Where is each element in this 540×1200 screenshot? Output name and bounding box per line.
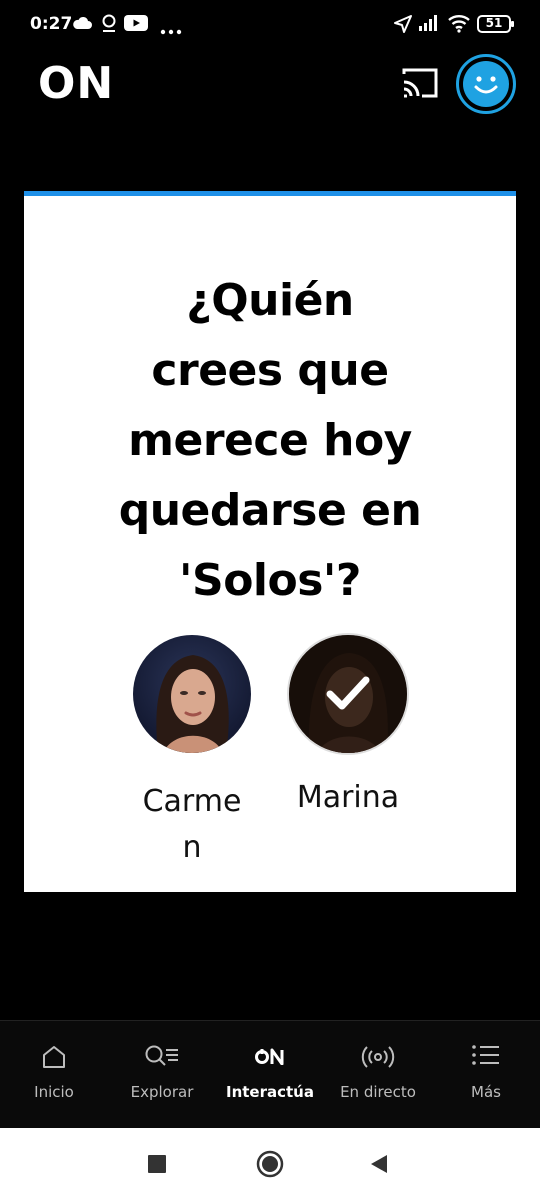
- recents-square-icon[interactable]: [148, 1155, 166, 1177]
- poll-question: ¿Quién crees que merece hoy quedarse en …: [54, 266, 486, 616]
- nav-label: Explorar: [130, 1083, 194, 1101]
- poll-card: ¿Quién crees que merece hoy quedarse en …: [24, 191, 516, 892]
- nav-item-interactua[interactable]: Interactúa: [216, 1021, 324, 1129]
- home-circle-icon[interactable]: [256, 1150, 284, 1182]
- nav-item-mas[interactable]: Más: [432, 1021, 540, 1129]
- question-line: merece hoy: [128, 415, 412, 466]
- navigation-icon: [394, 15, 412, 37]
- on-logo-icon: [255, 1047, 285, 1069]
- cast-button[interactable]: [400, 66, 440, 102]
- battery-level: 51: [485, 16, 503, 30]
- on-logo[interactable]: ON: [38, 58, 114, 109]
- broadcast-icon: [361, 1043, 395, 1075]
- option-name-line: Carme: [142, 784, 242, 819]
- option-name-line: n: [182, 830, 202, 865]
- nav-item-explorar[interactable]: Explorar: [108, 1021, 216, 1129]
- youtube-icon: [124, 15, 148, 35]
- question-line: ¿Quién: [186, 275, 354, 326]
- nav-item-inicio[interactable]: Inicio: [0, 1021, 108, 1129]
- option-name: Marina: [296, 780, 400, 815]
- cloud-icon: [72, 15, 92, 34]
- carmen-photo: [133, 635, 251, 753]
- option-name: Carme n: [132, 779, 252, 871]
- system-navigation-bar: [0, 1128, 540, 1200]
- nav-label: Inicio: [34, 1083, 74, 1101]
- wifi-icon: [447, 13, 471, 37]
- poll-option-marina[interactable]: Marina: [287, 633, 409, 821]
- home-icon: [40, 1043, 68, 1075]
- nav-label: En directo: [340, 1083, 416, 1101]
- battery-icon: 51: [477, 14, 515, 38]
- profile-button[interactable]: [456, 54, 516, 114]
- cast-icon: [400, 68, 440, 104]
- location-pin-icon: [100, 13, 118, 37]
- back-triangle-icon[interactable]: [370, 1154, 388, 1178]
- menu-list-icon: [471, 1043, 501, 1071]
- search-list-icon: [144, 1043, 180, 1075]
- status-time: 0:27: [30, 14, 73, 34]
- poll-option-carmen[interactable]: Carme n: [132, 635, 252, 871]
- smiley-avatar-icon: [463, 61, 509, 107]
- nav-label: Interactúa: [226, 1083, 314, 1101]
- nav-label: Más: [471, 1083, 501, 1101]
- signal-icon: [418, 14, 440, 36]
- check-icon: [326, 675, 370, 715]
- question-line: quedarse en: [118, 485, 422, 536]
- question-line: 'Solos'?: [179, 555, 361, 606]
- bottom-navigation: Inicio Explorar Interactúa En directo Má…: [0, 1020, 540, 1129]
- more-dots-icon: [160, 20, 182, 39]
- marina-photo: [287, 633, 409, 755]
- status-bar: 0:27 51: [0, 0, 540, 52]
- question-line: crees que: [151, 345, 389, 396]
- nav-item-en-directo[interactable]: En directo: [324, 1021, 432, 1129]
